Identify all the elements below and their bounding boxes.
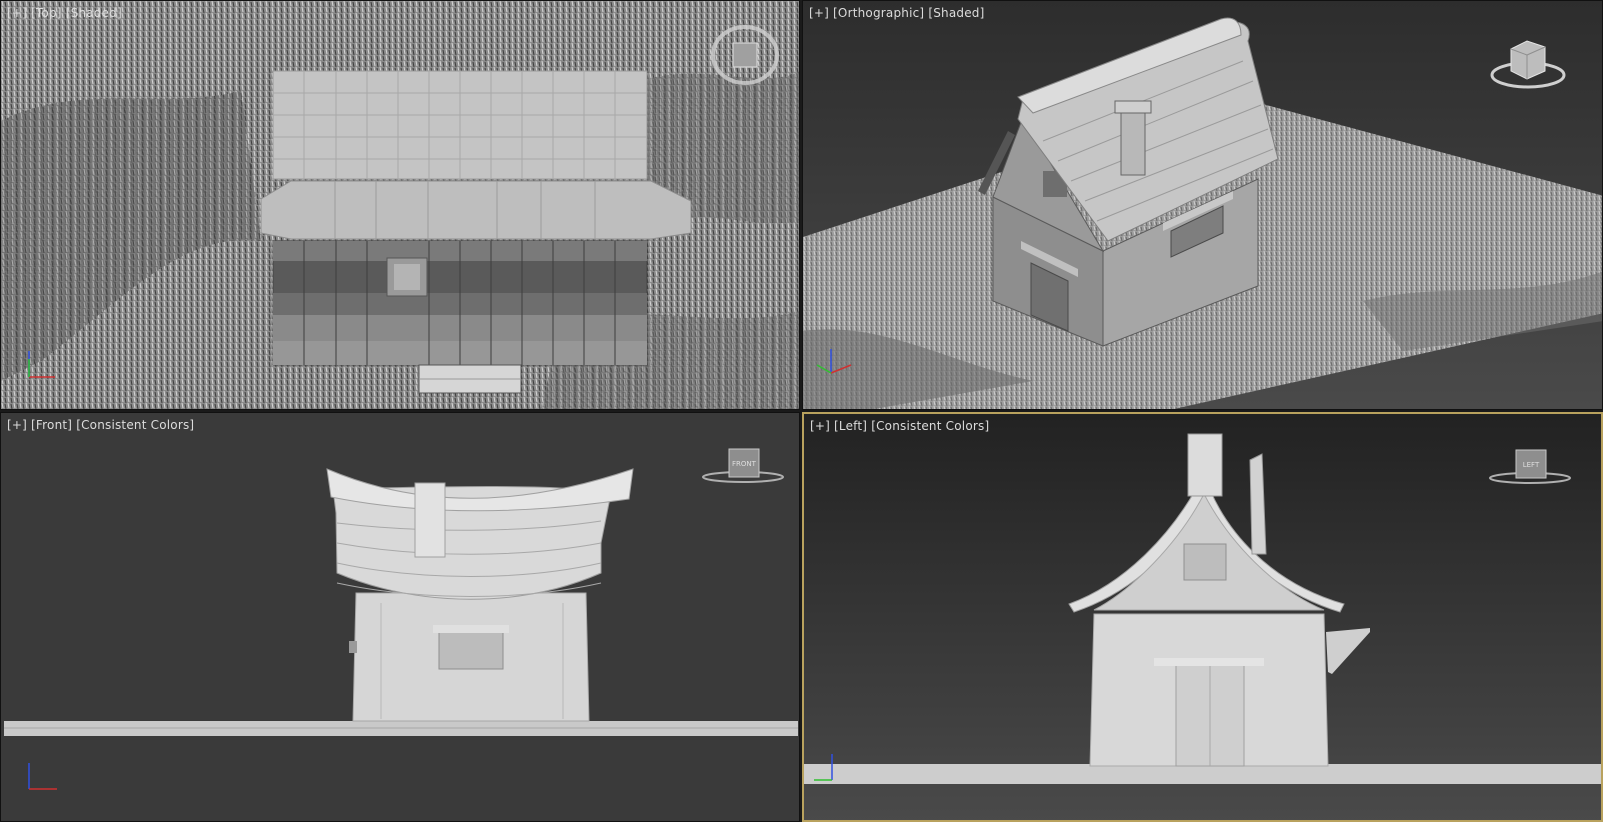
axis-tripod-icon bbox=[28, 763, 57, 790]
viewport-menu-button[interactable]: [+] bbox=[810, 419, 830, 433]
viewcube-front-icon[interactable]: FRONT bbox=[701, 447, 785, 487]
top-scene bbox=[1, 1, 799, 409]
axis-tripod-icon bbox=[28, 351, 55, 378]
viewport-left-active[interactable]: [+] [Left] [Consistent Colors] LEFT bbox=[802, 412, 1603, 822]
viewcube-compass-icon[interactable] bbox=[709, 21, 781, 87]
axis-tripod-icon bbox=[816, 349, 852, 374]
viewport-front[interactable]: [+] [Front] [Consistent Colors] FRONT bbox=[0, 412, 800, 822]
navcube-left-label: LEFT bbox=[1523, 461, 1540, 469]
view-type-button[interactable]: [Left] bbox=[834, 419, 867, 433]
front-scene bbox=[1, 413, 799, 821]
viewport-label-left: [+] [Left] [Consistent Colors] bbox=[810, 419, 989, 433]
viewcube-left-icon[interactable]: LEFT bbox=[1488, 448, 1572, 488]
axis-tripod-icon bbox=[814, 754, 833, 781]
shading-mode-button[interactable]: [Shaded] bbox=[66, 6, 122, 20]
view-type-button[interactable]: [Top] bbox=[31, 6, 62, 20]
viewcube-icon[interactable] bbox=[1487, 35, 1569, 93]
left-scene bbox=[804, 414, 1601, 820]
viewport-menu-button[interactable]: [+] bbox=[7, 418, 27, 432]
view-type-button[interactable]: [Front] bbox=[31, 418, 72, 432]
navcube-front-label: FRONT bbox=[732, 460, 757, 468]
view-type-button[interactable]: [Orthographic] bbox=[833, 6, 924, 20]
viewport-menu-button[interactable]: [+] bbox=[7, 6, 27, 20]
viewport-menu-button[interactable]: [+] bbox=[809, 6, 829, 20]
viewport-label-front: [+] [Front] [Consistent Colors] bbox=[7, 418, 194, 432]
viewport-top[interactable]: [+] [Top] [Shaded] bbox=[0, 0, 800, 410]
shading-mode-button[interactable]: [Consistent Colors] bbox=[871, 419, 989, 433]
viewport-label-top: [+] [Top] [Shaded] bbox=[7, 6, 122, 20]
shading-mode-button[interactable]: [Consistent Colors] bbox=[76, 418, 194, 432]
viewport-grid: [+] [Top] [Shaded] [+] [Orthographic] [S… bbox=[0, 0, 1603, 822]
viewport-orthographic[interactable]: [+] [Orthographic] [Shaded] bbox=[802, 0, 1603, 410]
shading-mode-button[interactable]: [Shaded] bbox=[928, 6, 984, 20]
ortho-scene bbox=[803, 1, 1602, 409]
viewport-label-orthographic: [+] [Orthographic] [Shaded] bbox=[809, 6, 985, 20]
